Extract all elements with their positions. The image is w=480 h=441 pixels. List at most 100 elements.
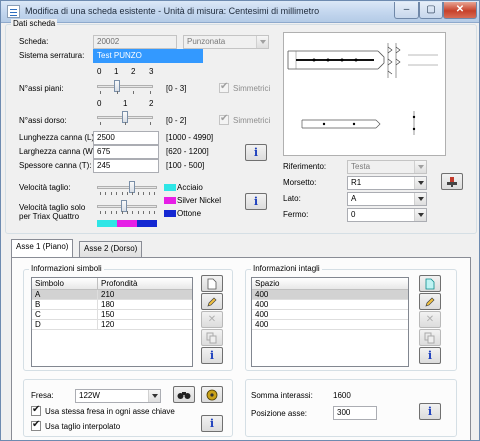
pencil-icon bbox=[425, 297, 435, 307]
morsetto-label: Morsetto: bbox=[283, 178, 317, 187]
checkmark-icon: ✔ bbox=[32, 404, 41, 415]
key-diagram-drawing bbox=[287, 43, 438, 135]
app-icon bbox=[7, 5, 20, 18]
table-cell[interactable]: B bbox=[32, 300, 98, 310]
somma-interassi-label: Somma interassi: bbox=[251, 391, 313, 400]
table-cell[interactable]: D bbox=[32, 320, 98, 330]
clamp-icon bbox=[447, 177, 457, 187]
checkmark-icon: ✔ bbox=[32, 419, 41, 430]
intagli-edit-button[interactable] bbox=[419, 293, 441, 310]
slider-tick bbox=[105, 211, 106, 214]
close-button[interactable]: ✕ bbox=[443, 2, 477, 19]
simboli-header-profondita[interactable]: Profondità bbox=[98, 278, 192, 290]
morsetto-clamp-button[interactable] bbox=[441, 173, 463, 190]
table-cell[interactable]: C bbox=[32, 310, 98, 320]
chevron-down-icon bbox=[414, 193, 426, 205]
simmetrici-piani-checkbox[interactable]: ✔ bbox=[219, 81, 229, 93]
simboli-delete-button[interactable]: ✕ bbox=[201, 311, 223, 328]
table-cell[interactable]: 400 bbox=[252, 300, 408, 310]
intagli-copy-button[interactable] bbox=[419, 329, 441, 346]
chevron-down-icon bbox=[414, 161, 426, 173]
simboli-edit-button[interactable] bbox=[201, 293, 223, 310]
chevron-down-icon bbox=[414, 177, 426, 189]
checkmark-icon: ✔ bbox=[220, 113, 229, 124]
table-cell[interactable]: A bbox=[32, 290, 98, 300]
simboli-table[interactable]: Simbolo Profondità A 210 B 180 C 150 D 1… bbox=[31, 277, 193, 367]
lunghezza-field[interactable]: 2500 bbox=[93, 131, 159, 145]
binoculars-icon bbox=[177, 392, 191, 399]
lunghezza-range: [1000 - 4990] bbox=[166, 133, 214, 142]
simboli-new-button[interactable] bbox=[201, 275, 223, 292]
dimensions-info-button[interactable]: i bbox=[245, 144, 267, 161]
tipo-combo[interactable]: Punzonata bbox=[183, 35, 269, 49]
morsetto-combo[interactable]: R1 bbox=[347, 176, 427, 190]
fresa-tool-button[interactable] bbox=[201, 386, 223, 403]
simmetrici-dorso-checkbox[interactable]: ✔ bbox=[219, 113, 229, 125]
scheda-field: 20002 bbox=[93, 35, 177, 49]
fresa-value: 122W bbox=[79, 391, 100, 400]
new-doc-icon bbox=[425, 278, 435, 290]
table-cell[interactable]: 400 bbox=[252, 310, 408, 320]
simboli-copy-button[interactable] bbox=[201, 329, 223, 346]
fresa-info-button[interactable]: i bbox=[201, 415, 223, 432]
tab-asse-1[interactable]: Asse 1 (Piano) bbox=[11, 239, 74, 257]
scheda-label: Scheda: bbox=[19, 37, 49, 46]
info-icon: i bbox=[209, 349, 215, 362]
title-bar[interactable]: Modifica di una scheda esistente - Unità… bbox=[1, 1, 479, 23]
slider-tick bbox=[100, 91, 101, 94]
material-bar-ottone bbox=[137, 220, 157, 227]
fresa-combo[interactable]: 122W bbox=[75, 389, 161, 403]
slider-tick bbox=[154, 211, 155, 214]
larghezza-range: [620 - 1200] bbox=[166, 147, 209, 156]
slider-tick bbox=[133, 91, 134, 94]
posizione-asse-field[interactable]: 300 bbox=[333, 406, 377, 420]
dati-scheda-title: Dati scheda bbox=[11, 19, 58, 28]
velocita-info-button[interactable]: i bbox=[245, 193, 267, 210]
velocita-triax-slider[interactable] bbox=[97, 200, 157, 214]
slider-track bbox=[97, 85, 153, 88]
intagli-info-button[interactable]: i bbox=[419, 347, 441, 364]
table-cell[interactable]: 400 bbox=[252, 290, 408, 300]
material-swatch-silver-nickel bbox=[164, 197, 176, 204]
minimize-button[interactable]: – bbox=[394, 2, 419, 19]
simboli-header-simbolo[interactable]: Simbolo bbox=[32, 278, 98, 290]
larghezza-field[interactable]: 675 bbox=[93, 145, 159, 159]
maximize-button[interactable]: ▢ bbox=[419, 2, 443, 19]
velocita-slider[interactable] bbox=[97, 181, 157, 195]
interassi-info-button[interactable]: i bbox=[419, 403, 441, 420]
morsetto-value: R1 bbox=[351, 178, 362, 187]
lato-label: Lato: bbox=[283, 194, 301, 203]
slider-tick bbox=[122, 192, 123, 195]
lato-combo[interactable]: A bbox=[347, 192, 427, 206]
velocita-triax-label: Velocità taglio solo per Triax Quattro bbox=[19, 203, 86, 221]
slider-tick bbox=[105, 192, 106, 195]
intagli-header-spazio[interactable]: Spazio bbox=[252, 278, 408, 290]
spessore-field[interactable]: 245 bbox=[93, 159, 159, 173]
slider-tick bbox=[117, 91, 118, 94]
simboli-info-button[interactable]: i bbox=[201, 347, 223, 364]
sistema-label: Sistema serratura: bbox=[19, 51, 85, 60]
assi-dorso-slider[interactable] bbox=[97, 111, 153, 125]
intagli-delete-button[interactable]: ✕ bbox=[419, 311, 441, 328]
riferimento-combo[interactable]: Testa bbox=[347, 160, 427, 174]
fresa-search-button[interactable] bbox=[173, 386, 195, 403]
table-cell[interactable]: 150 bbox=[98, 310, 192, 320]
table-cell[interactable]: 400 bbox=[252, 320, 408, 330]
tab-asse-2[interactable]: Asse 2 (Dorso) bbox=[79, 241, 143, 257]
assi-piani-slider[interactable] bbox=[97, 80, 153, 94]
fermo-combo[interactable]: 0 bbox=[347, 208, 427, 222]
slider-tick bbox=[138, 192, 139, 195]
slider-tick bbox=[138, 211, 139, 214]
intagli-new-button[interactable] bbox=[419, 275, 441, 292]
usa-stessa-fresa-checkbox[interactable]: ✔ bbox=[31, 404, 41, 416]
table-cell[interactable]: 180 bbox=[98, 300, 192, 310]
slider-tick bbox=[132, 211, 133, 214]
sistema-field[interactable]: Test PUNZO bbox=[93, 49, 203, 63]
usa-taglio-interpolato-checkbox[interactable]: ✔ bbox=[31, 419, 41, 431]
table-cell[interactable]: 210 bbox=[98, 290, 192, 300]
table-cell[interactable]: 120 bbox=[98, 320, 192, 330]
slider-tick bbox=[116, 192, 117, 195]
simmetrici-dorso-label: Simmetrici bbox=[233, 116, 271, 125]
slider-tick bbox=[100, 211, 101, 214]
intagli-table[interactable]: Spazio 400 400 400 400 bbox=[251, 277, 409, 367]
